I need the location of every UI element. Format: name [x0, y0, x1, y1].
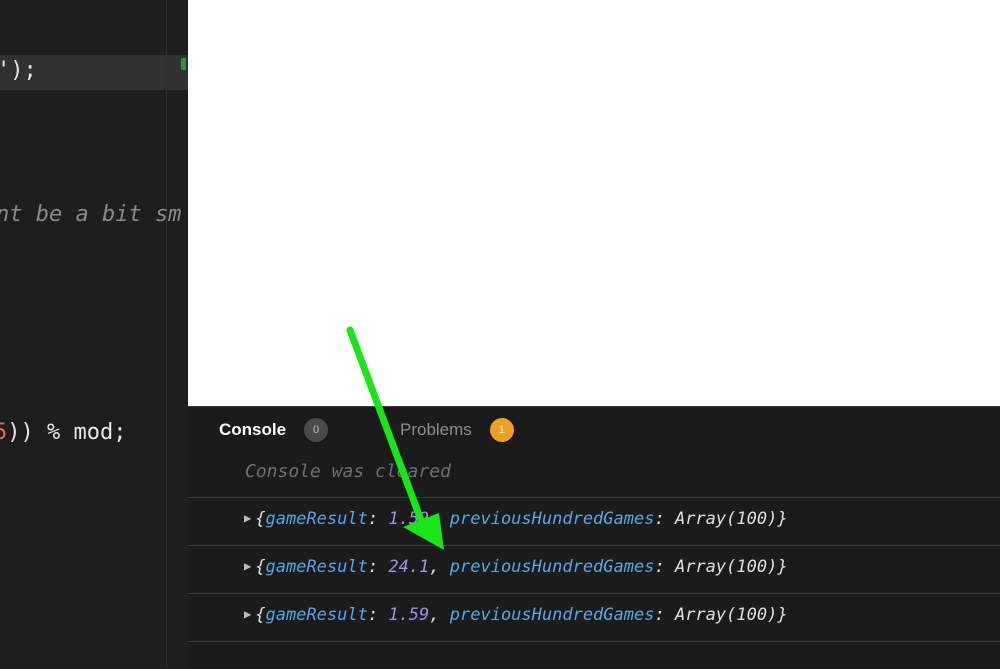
log-value: 1.59 — [388, 509, 430, 529]
brace-close: } — [777, 509, 788, 529]
log-value: 24.1 — [388, 557, 430, 577]
log-separator: : — [654, 557, 675, 577]
console-log-row[interactable]: ▶ {gameResult: 24.1, previousHundredGames… — [188, 545, 1000, 593]
log-key: previousHundredGames — [449, 605, 655, 625]
brace-open: { — [255, 509, 266, 529]
log-object: ▶ {gameResult: 24.1, previousHundredGames… — [244, 557, 788, 577]
code-line[interactable]: '); — [0, 58, 37, 83]
log-separator: : — [367, 605, 389, 625]
log-key: previousHundredGames — [449, 509, 655, 529]
log-value: Array(100) — [674, 557, 778, 577]
log-value: Array(100) — [674, 605, 778, 625]
console-divider — [188, 641, 1000, 643]
preview-pane[interactable] — [188, 0, 1000, 406]
console-panel: Console 0 Problems 1 Console was cleared… — [188, 406, 1000, 669]
brace-close: } — [777, 605, 788, 625]
log-object: ▶ {gameResult: 1.59, previousHundredGames… — [244, 605, 788, 625]
log-key: gameResult — [265, 557, 368, 577]
brace-open: { — [255, 605, 266, 625]
code-editor[interactable]: '); nt be a bit sm 5)) % mod; — [0, 0, 188, 668]
log-key: previousHundredGames — [449, 557, 655, 577]
caret-right-icon[interactable]: ▶ — [244, 559, 251, 573]
log-separator: , — [429, 557, 450, 577]
code-token: )) % mod; — [7, 420, 127, 445]
log-separator: : — [367, 509, 389, 529]
log-separator: : — [367, 557, 389, 577]
log-separator: : — [654, 509, 675, 529]
code-comment-line[interactable]: nt be a bit sm — [0, 202, 181, 227]
brace-close: } — [777, 557, 788, 577]
caret-right-icon[interactable]: ▶ — [244, 511, 251, 525]
log-key: gameResult — [265, 605, 368, 625]
git-change-marker — [181, 58, 186, 70]
log-separator: : — [654, 605, 675, 625]
problems-count-badge: 1 — [489, 418, 514, 442]
log-key: gameResult — [265, 509, 368, 529]
console-log-row[interactable]: ▶ {gameResult: 1.59, previousHundredGames… — [188, 593, 1000, 641]
log-separator: , — [429, 605, 450, 625]
tab-problems-label: Problems — [400, 420, 472, 439]
console-log-row[interactable]: ▶ {gameResult: 1.59, previousHundredGames… — [188, 497, 1000, 545]
code-line[interactable]: 5)) % mod; — [0, 420, 126, 445]
panel-tabs: Console 0 Problems 1 — [188, 407, 1000, 451]
tab-console-label: Console — [219, 420, 287, 439]
console-count-badge: 0 — [304, 418, 329, 442]
log-value: 1.59 — [388, 605, 430, 625]
caret-right-icon[interactable]: ▶ — [244, 607, 251, 621]
tab-console[interactable]: Console 0 — [219, 418, 329, 442]
log-object: ▶ {gameResult: 1.59, previousHundredGames… — [244, 509, 788, 529]
tab-problems[interactable]: Problems 1 — [400, 418, 514, 442]
editor-ruler — [166, 0, 167, 668]
log-separator: , — [429, 509, 450, 529]
brace-open: { — [255, 557, 266, 577]
log-value: Array(100) — [674, 509, 778, 529]
console-cleared-message: Console was cleared — [245, 461, 451, 482]
